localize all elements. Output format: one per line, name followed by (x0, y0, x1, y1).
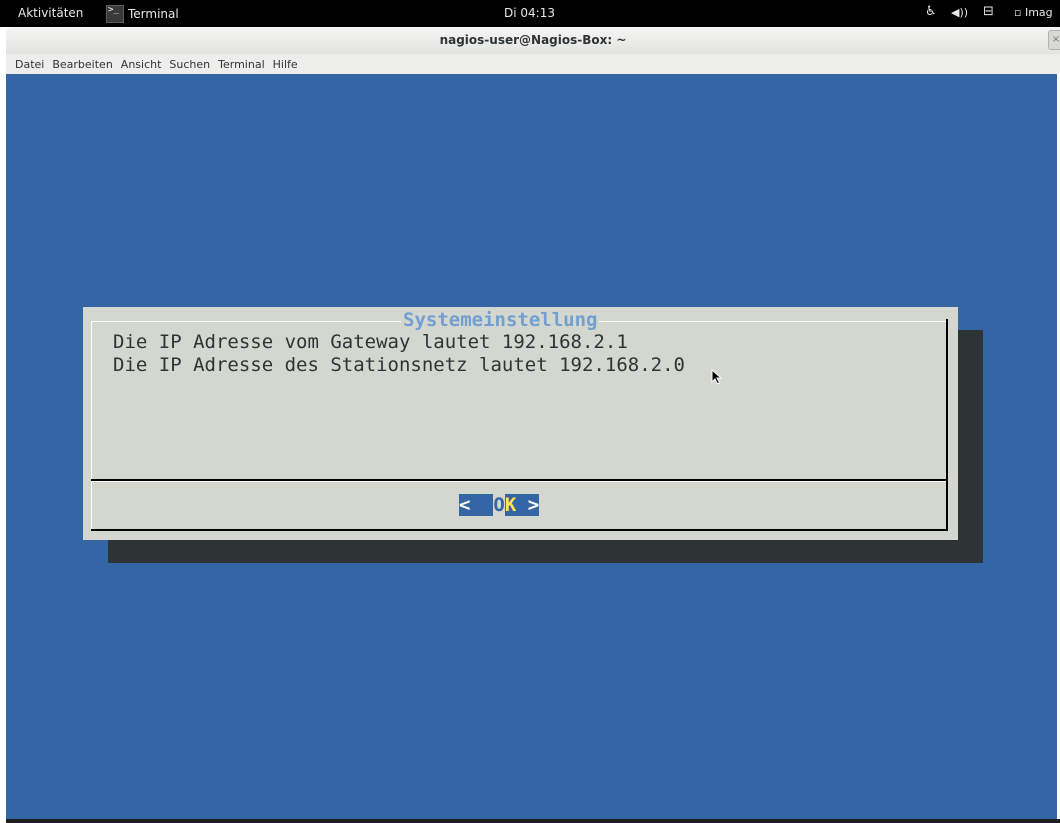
ok-bracket-right: > (527, 494, 540, 516)
ok-button[interactable]: < O K > (459, 494, 540, 516)
menu-bearbeiten[interactable]: Bearbeiten (52, 58, 112, 71)
ok-pad-left-2 (481, 494, 494, 516)
frame-left (91, 321, 92, 529)
ok-bracket-left: < (459, 494, 471, 516)
window-bottom-border (6, 819, 1060, 823)
menu-bar: Datei Bearbeiten Ansicht Suchen Terminal… (6, 54, 1060, 74)
dialog-title: Systemeinstellung (401, 308, 600, 332)
network-icon[interactable]: ⊟ (983, 4, 994, 19)
app-menu-label: Terminal (128, 7, 179, 21)
menu-suchen[interactable]: Suchen (169, 58, 210, 71)
message-line-network: Die IP Adresse des Stationsnetz lautet 1… (113, 354, 685, 376)
frame-separator-highlight (91, 481, 946, 482)
message-dialog: Systemeinstellung Die IP Adresse vom Gat… (83, 307, 958, 540)
frame-corner (946, 319, 948, 323)
clock[interactable]: Di 04:13 (504, 6, 555, 20)
menu-terminal[interactable]: Terminal (218, 58, 265, 71)
frame-right (946, 321, 948, 530)
ok-pad-left (470, 494, 482, 516)
close-button[interactable]: × (1048, 30, 1060, 50)
terminal-icon: >_ (106, 5, 124, 23)
volume-icon[interactable]: ◀)) (951, 6, 968, 19)
top-panel: Aktivitäten >_ Terminal Di 04:13 ♿ ◀)) ⊟… (0, 0, 1060, 27)
message-line-gateway: Die IP Adresse vom Gateway lautet 192.16… (113, 331, 628, 353)
window-title: nagios-user@Nagios-Box: ~ (439, 33, 627, 47)
menu-hilfe[interactable]: Hilfe (273, 58, 298, 71)
activities-button[interactable]: Aktivitäten (18, 6, 83, 20)
keyboard-layout-indicator[interactable]: ▫ Imag (1014, 6, 1060, 19)
mouse-pointer-icon (711, 369, 723, 385)
ok-pad-right (516, 494, 528, 516)
app-menu[interactable]: >_ Terminal (106, 4, 179, 24)
menu-ansicht[interactable]: Ansicht (121, 58, 162, 71)
ok-hotkey-letter: K (504, 494, 517, 516)
frame-bottom (91, 529, 948, 531)
window-titlebar[interactable]: nagios-user@Nagios-Box: ~ × (6, 27, 1060, 54)
accessibility-icon[interactable]: ♿ (925, 4, 937, 19)
ok-letter: O (493, 494, 505, 516)
menu-datei[interactable]: Datei (15, 58, 44, 71)
terminal-area[interactable]: Systemeinstellung Die IP Adresse vom Gat… (6, 74, 1057, 819)
keyboard-layout-label: Imag (1024, 6, 1053, 19)
